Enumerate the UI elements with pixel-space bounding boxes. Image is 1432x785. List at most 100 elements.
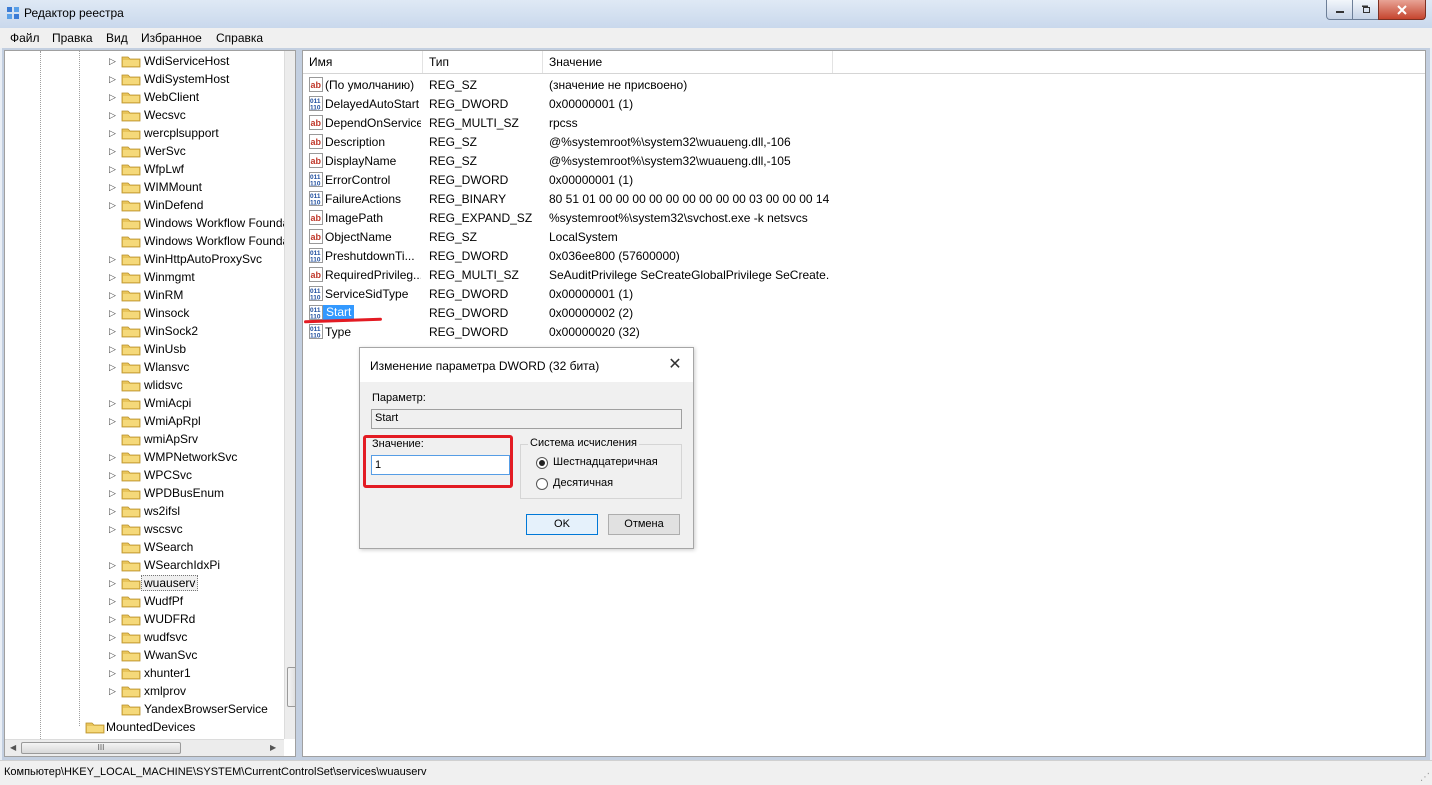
list-row[interactable]: 011 110 DelayedAutoStart REG_DWORD 0x0000000… xyxy=(303,94,1425,113)
tree-node[interactable]: ▷ wudfsvc xyxy=(5,628,285,646)
tree-node[interactable]: ▷ WUDFRd xyxy=(5,610,285,628)
scroll-left-icon[interactable]: ◀ xyxy=(10,743,16,752)
tree-node[interactable]: ▷ xmlprov xyxy=(5,682,285,700)
expand-arrow-icon[interactable]: ▷ xyxy=(109,522,119,536)
scroll-right-icon[interactable]: ▶ xyxy=(270,743,276,752)
expand-arrow-icon[interactable]: ▷ xyxy=(109,198,119,212)
tree-node-mounted-devices[interactable]: MountedDevices xyxy=(5,718,285,736)
tree-node[interactable]: ▷ Wecsvc xyxy=(5,106,285,124)
tree-node[interactable]: ▷ WPCSvc xyxy=(5,466,285,484)
list-row[interactable]: ab DependOnService REG_MULTI_SZ rpcss xyxy=(303,113,1425,132)
tree-node[interactable]: ▷ WudfPf xyxy=(5,592,285,610)
expand-arrow-icon[interactable]: ▷ xyxy=(109,486,119,500)
tree-node[interactable]: ▷ WdiServiceHost xyxy=(5,52,285,70)
expand-arrow-icon[interactable]: ▷ xyxy=(109,342,119,356)
menu-edit[interactable]: Правка xyxy=(52,31,93,45)
tree-node[interactable]: ▷ WmiAcpi xyxy=(5,394,285,412)
tree-node[interactable]: ▷ WinRM xyxy=(5,286,285,304)
tree-vertical-scrollbar[interactable] xyxy=(284,51,295,739)
list-row[interactable]: 011 110 Start REG_DWORD 0x00000002 (2) xyxy=(303,303,1425,322)
expand-arrow-icon[interactable]: ▷ xyxy=(109,594,119,608)
tree-node[interactable]: YandexBrowserService xyxy=(5,700,285,718)
list-row[interactable]: 011 110 Type REG_DWORD 0x00000020 (32) xyxy=(303,322,1425,341)
list-row[interactable]: 011 110 ServiceSidType REG_DWORD 0x00000001 … xyxy=(303,284,1425,303)
column-type-header[interactable]: Тип xyxy=(423,51,543,73)
expand-arrow-icon[interactable]: ▷ xyxy=(109,288,119,302)
menu-favorites[interactable]: Избранное xyxy=(141,31,202,45)
expand-arrow-icon[interactable]: ▷ xyxy=(109,270,119,284)
tree-node[interactable]: wmiApSrv xyxy=(5,430,285,448)
minimize-button[interactable] xyxy=(1326,0,1353,20)
expand-arrow-icon[interactable]: ▷ xyxy=(109,306,119,320)
tree-node[interactable]: ▷ ws2ifsl xyxy=(5,502,285,520)
ok-button[interactable]: OK xyxy=(526,514,598,535)
tree-node[interactable]: ▷ WerSvc xyxy=(5,142,285,160)
expand-arrow-icon[interactable]: ▷ xyxy=(109,126,119,140)
tree-node[interactable]: ▷ WIMMount xyxy=(5,178,285,196)
tree-node[interactable]: ▷ WinUsb xyxy=(5,340,285,358)
tree-node[interactable]: ▷ WSearchIdxPi xyxy=(5,556,285,574)
tree-node[interactable]: WSearch xyxy=(5,538,285,556)
expand-arrow-icon[interactable]: ▷ xyxy=(109,684,119,698)
tree-node[interactable]: ▷ wuauserv xyxy=(5,574,285,592)
tree-node[interactable]: ▷ WwanSvc xyxy=(5,646,285,664)
tree-node[interactable]: Windows Workflow Foundation xyxy=(5,232,295,250)
expand-arrow-icon[interactable]: ▷ xyxy=(109,414,119,428)
tree-node[interactable]: ▷ Winmgmt xyxy=(5,268,285,286)
expand-arrow-icon[interactable]: ▷ xyxy=(109,576,119,590)
tree-node[interactable]: ▷ WmiApRpl xyxy=(5,412,285,430)
tree-horizontal-scrollbar[interactable]: ◀ III ▶ xyxy=(5,739,284,756)
dialog-close-icon[interactable]: ✕ xyxy=(666,356,684,374)
list-row[interactable]: ab Description REG_SZ @%systemroot%\system3… xyxy=(303,132,1425,151)
expand-arrow-icon[interactable]: ▷ xyxy=(109,144,119,158)
expand-arrow-icon[interactable]: ▷ xyxy=(109,558,119,572)
radio-decimal[interactable]: Десятичная xyxy=(536,477,666,493)
menu-view[interactable]: Вид xyxy=(106,31,128,45)
resize-grip-icon[interactable]: ⋰ xyxy=(1420,772,1430,783)
expand-arrow-icon[interactable]: ▷ xyxy=(109,360,119,374)
expand-arrow-icon[interactable]: ▷ xyxy=(109,450,119,464)
column-value-header[interactable]: Значение xyxy=(543,51,833,73)
tree-node[interactable]: ▷ WMPNetworkSvc xyxy=(5,448,285,466)
tree-node[interactable]: ▷ WinDefend xyxy=(5,196,285,214)
radio-selected-icon[interactable] xyxy=(536,457,548,469)
list-row[interactable]: ab ObjectName REG_SZ LocalSystem xyxy=(303,227,1425,246)
expand-arrow-icon[interactable]: ▷ xyxy=(109,252,119,266)
tree-node[interactable]: ▷ WdiSystemHost xyxy=(5,70,285,88)
list-row[interactable]: ab RequiredPrivileg... REG_MULTI_SZ SeAudit… xyxy=(303,265,1425,284)
expand-arrow-icon[interactable]: ▷ xyxy=(109,468,119,482)
expand-arrow-icon[interactable]: ▷ xyxy=(109,108,119,122)
registry-tree[interactable]: ▷ WdiServiceHost ▷ WdiSystemHost ▷ WebClient ▷… xyxy=(4,50,296,757)
list-row[interactable]: ab ImagePath REG_EXPAND_SZ %systemroot%\sys… xyxy=(303,208,1425,227)
maximize-button[interactable] xyxy=(1352,0,1379,20)
tree-node[interactable]: ▷ WPDBusEnum xyxy=(5,484,285,502)
tree-node[interactable]: ▷ WfpLwf xyxy=(5,160,285,178)
tree-node[interactable]: ▷ wscsvc xyxy=(5,520,285,538)
list-row[interactable]: 011 110 FailureActions REG_BINARY 80 51 01 0… xyxy=(303,189,1425,208)
list-row[interactable]: ab DisplayName REG_SZ @%systemroot%\system3… xyxy=(303,151,1425,170)
tree-node[interactable]: ▷ Winsock xyxy=(5,304,285,322)
cancel-button[interactable]: Отмена xyxy=(608,514,680,535)
radio-unselected-icon[interactable] xyxy=(536,478,548,490)
expand-arrow-icon[interactable]: ▷ xyxy=(109,648,119,662)
column-name-header[interactable]: Имя xyxy=(303,51,423,73)
list-row[interactable]: 011 110 ErrorControl REG_DWORD 0x00000001 (1… xyxy=(303,170,1425,189)
tree-hscroll-thumb[interactable]: III xyxy=(21,742,181,754)
tree-node[interactable]: ▷ WebClient xyxy=(5,88,285,106)
menu-help[interactable]: Справка xyxy=(216,31,263,45)
expand-arrow-icon[interactable]: ▷ xyxy=(109,630,119,644)
tree-node[interactable]: ▷ Wlansvc xyxy=(5,358,285,376)
list-row[interactable]: 011 110 PreshutdownTi... REG_DWORD 0x036ee80… xyxy=(303,246,1425,265)
tree-node[interactable]: ▷ WinSock2 xyxy=(5,322,285,340)
tree-node[interactable]: ▷ WinHttpAutoProxySvc xyxy=(5,250,285,268)
close-button[interactable] xyxy=(1378,0,1426,20)
expand-arrow-icon[interactable]: ▷ xyxy=(109,666,119,680)
expand-arrow-icon[interactable]: ▷ xyxy=(109,612,119,626)
expand-arrow-icon[interactable]: ▷ xyxy=(109,54,119,68)
expand-arrow-icon[interactable]: ▷ xyxy=(109,324,119,338)
tree-vscroll-thumb[interactable] xyxy=(287,667,295,707)
tree-node[interactable]: wlidsvc xyxy=(5,376,285,394)
expand-arrow-icon[interactable]: ▷ xyxy=(109,504,119,518)
radio-hex[interactable]: Шестнадцатеричная xyxy=(536,456,666,472)
tree-node[interactable]: Windows Workflow Foundation xyxy=(5,214,295,232)
